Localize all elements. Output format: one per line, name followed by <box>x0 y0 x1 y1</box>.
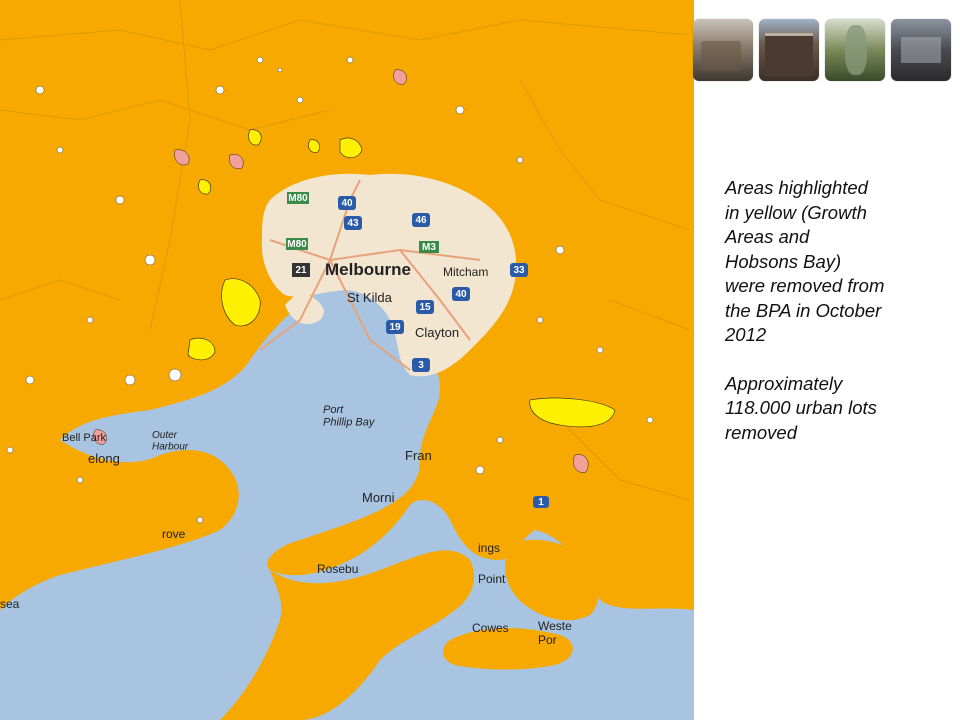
svg-text:40: 40 <box>455 289 467 300</box>
road-shield-m80-north: M80 <box>287 192 309 204</box>
road-shield-43: 43 <box>344 216 362 230</box>
photo-street-scene <box>693 19 753 81</box>
photo-strip <box>693 19 951 81</box>
label-rosebud: Rosebu <box>317 562 358 576</box>
svg-text:1: 1 <box>538 497 544 508</box>
photo-townhouses <box>759 19 819 81</box>
road-shield-40-north: 40 <box>338 196 356 210</box>
map-view[interactable]: M80 40 43 46 M80 M3 21 33 40 15 19 3 1 M… <box>0 0 694 720</box>
label-st-kilda: St Kilda <box>347 290 393 305</box>
svg-text:46: 46 <box>415 215 427 226</box>
label-geelong: elong <box>88 451 120 466</box>
svg-text:M80: M80 <box>287 239 307 250</box>
road-shield-15: 15 <box>416 300 434 314</box>
label-sea: sea <box>0 597 20 611</box>
road-shield-33: 33 <box>510 263 528 277</box>
road-shield-m80-west: M80 <box>286 238 308 250</box>
svg-text:33: 33 <box>513 265 525 276</box>
map-canvas: M80 40 43 46 M80 M3 21 33 40 15 19 3 1 M… <box>0 0 694 720</box>
road-shield-19: 19 <box>386 320 404 334</box>
svg-text:3: 3 <box>418 360 424 371</box>
label-cowes: Cowes <box>472 621 509 635</box>
road-shield-40-east: 40 <box>452 287 470 301</box>
label-clayton: Clayton <box>415 325 459 340</box>
svg-text:19: 19 <box>389 322 401 333</box>
svg-text:M3: M3 <box>422 242 436 253</box>
caption-text: Areas highlighted in yellow (Growth Area… <box>725 176 945 445</box>
label-point: Point <box>478 572 506 586</box>
road-shield-46: 46 <box>412 213 430 227</box>
svg-text:M80: M80 <box>288 193 308 204</box>
svg-text:21: 21 <box>295 265 307 276</box>
road-shield-m3: M3 <box>419 241 439 253</box>
label-mornington: Morni <box>362 490 395 505</box>
caption-paragraph-lots-removed: Approximately 118.000 urban lots removed <box>725 372 877 443</box>
photo-courtyard-trees <box>825 19 885 81</box>
svg-text:43: 43 <box>347 218 359 229</box>
road-shield-1: 1 <box>533 496 549 508</box>
photo-modern-housing <box>891 19 951 81</box>
svg-text:15: 15 <box>419 302 431 313</box>
road-shield-3: 3 <box>412 358 430 372</box>
label-hastings: ings <box>478 541 500 555</box>
label-bell-park: Bell Park <box>62 432 107 444</box>
label-grove: rove <box>162 527 186 541</box>
label-mitcham: Mitcham <box>443 265 488 279</box>
label-frankston: Fran <box>405 448 432 463</box>
label-melbourne: Melbourne <box>325 260 411 279</box>
svg-text:40: 40 <box>341 198 353 209</box>
caption-paragraph-removed-areas: Areas highlighted in yellow (Growth Area… <box>725 177 885 345</box>
road-shield-21: 21 <box>292 263 310 277</box>
